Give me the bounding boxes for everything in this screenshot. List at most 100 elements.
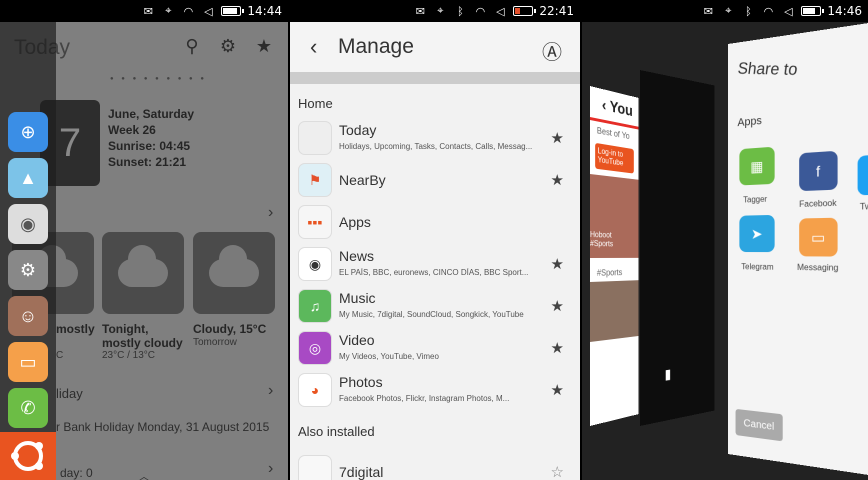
holiday-heading: liday <box>56 386 83 401</box>
photos-icon: ◕ <box>298 373 332 407</box>
telegram-icon[interactable]: ➤ <box>739 215 774 252</box>
phone-icon[interactable]: ✆ <box>8 388 48 428</box>
browser-icon[interactable]: ⊕ <box>8 112 48 152</box>
list-item[interactable]: ◎ Video My Videos, YouTube, Vimeo ★ <box>290 328 580 370</box>
mail-icon: ✉ <box>413 5 427 17</box>
music-icon: ♫ <box>298 289 332 323</box>
video-icon: ◎ <box>298 331 332 365</box>
chevron-right-icon[interactable]: › <box>268 382 273 400</box>
ubuntu-home-button[interactable] <box>0 432 56 480</box>
weather-sub: 23°C / 13°C <box>102 350 155 361</box>
bluetooth-icon: ᛒ <box>453 5 467 17</box>
clock: 22:41 <box>539 4 574 18</box>
settings-icon[interactable]: ⚙ <box>8 250 48 290</box>
contacts-icon[interactable]: ☺ <box>8 296 48 336</box>
star-icon[interactable]: ★ <box>551 255 564 273</box>
list-item[interactable]: 7digital ☆ <box>290 452 580 480</box>
video-thumbnail[interactable]: Hoboot #Sports <box>590 174 638 258</box>
calendar-info: June, Saturday Week 26 Sunrise: 04:45 Su… <box>108 106 194 170</box>
messaging-icon[interactable]: ▭ <box>8 342 48 382</box>
star-icon[interactable]: ★ <box>254 36 274 57</box>
header: ‹ Manage Ⓐ <box>290 22 580 72</box>
row-title: Photos <box>339 374 383 390</box>
list-item[interactable]: Today Holidays, Upcoming, Tasks, Contact… <box>290 118 580 160</box>
share-dialog: Share to Apps ▦ Tagger f Facebook t Twi … <box>728 21 868 478</box>
weather-card[interactable] <box>102 232 184 314</box>
gallery-icon[interactable]: ▲ <box>8 158 48 198</box>
twitter-icon[interactable]: t <box>858 153 868 195</box>
battery-icon <box>801 6 821 16</box>
list-item[interactable]: ◉ News EL PAÍS, BBC, euronews, CINCO DÍA… <box>290 244 580 286</box>
star-icon[interactable]: ★ <box>551 381 564 399</box>
cloud-icon <box>118 259 168 287</box>
status-bar[interactable]: ✉ ⌖ ◠ ◁ 14:44 <box>0 0 288 22</box>
star-icon[interactable]: ★ <box>551 171 564 189</box>
row-sub: EL PAÍS, BBC, euronews, CINCO DÍAS, BBC … <box>339 268 539 277</box>
today-scope-panel: ✉ ⌖ ◠ ◁ 14:44 Today ⚲ ⚙ ★ ● ● ● ● ● ● ● … <box>0 0 288 480</box>
cloud-icon <box>209 259 259 287</box>
row-title: Video <box>339 332 375 348</box>
search-icon[interactable]: ⚲ <box>182 36 202 57</box>
section-header-home: Home <box>298 96 333 111</box>
star-icon[interactable]: ★ <box>551 297 564 315</box>
app-label: Messaging <box>797 263 838 273</box>
row-sub: Facebook Photos, Flickr, Instagram Photo… <box>339 394 539 403</box>
sunrise-line: Sunrise: 04:45 <box>108 138 194 154</box>
camera-icon[interactable]: ◉ <box>8 204 48 244</box>
star-outline-icon[interactable]: ☆ <box>551 463 564 480</box>
date-line: June, Saturday <box>108 106 194 122</box>
tagger-icon[interactable]: ▦ <box>739 147 774 186</box>
list-item[interactable]: ♫ Music My Music, 7digital, SoundCloud, … <box>290 286 580 328</box>
app-label: Twi <box>860 201 868 211</box>
settings-icon[interactable]: ⚙ <box>218 36 238 57</box>
cancel-button[interactable]: Cancel <box>736 409 783 441</box>
bluetooth-icon: ᛒ <box>741 5 755 17</box>
news-icon: ◉ <box>298 247 332 281</box>
mail-icon: ✉ <box>141 5 155 17</box>
holiday-footer: day: 0 <box>60 466 93 480</box>
volume-icon: ◁ <box>781 5 795 17</box>
page-title: Manage <box>338 35 414 59</box>
facebook-icon[interactable]: f <box>799 151 837 191</box>
row-sub: Holidays, Upcoming, Tasks, Contacts, Cal… <box>339 142 539 151</box>
list-item[interactable]: ◕ Photos Facebook Photos, Flickr, Instag… <box>290 370 580 412</box>
bottom-edge-handle[interactable]: ︿ <box>126 468 162 480</box>
page-indicator: ● ● ● ● ● ● ● ● ● <box>110 76 207 82</box>
header-actions: ⚲ ⚙ ★ <box>182 36 274 57</box>
store-icon[interactable]: Ⓐ <box>542 36 562 65</box>
star-icon[interactable]: ★ <box>551 129 564 147</box>
list-item[interactable]: ▪▪▪ Apps <box>290 202 580 244</box>
row-title: Apps <box>339 214 371 230</box>
status-bar[interactable]: ✉ ⌖ ᛒ ◠ ◁ 14:46 <box>582 0 868 22</box>
weather-title: mostly <box>56 322 95 336</box>
chevron-right-icon[interactable]: › <box>268 204 273 222</box>
today-icon <box>298 121 332 155</box>
chevron-right-icon[interactable]: › <box>268 460 273 478</box>
app-label: Telegram <box>741 262 773 272</box>
share-panel: ✉ ⌖ ᛒ ◠ ◁ 14:46 ‹ You Best of Yo Log-in … <box>582 0 868 480</box>
messaging-icon[interactable]: ▭ <box>799 218 837 257</box>
clock: 14:44 <box>247 4 282 18</box>
list-item[interactable]: ⚑ NearBy ★ <box>290 160 580 202</box>
back-icon[interactable]: ‹ <box>310 34 324 60</box>
row-title: News <box>339 248 374 264</box>
video-thumbnail[interactable] <box>590 280 638 342</box>
weather-sub: Tomorrow <box>193 337 237 348</box>
star-icon[interactable]: ★ <box>551 339 564 357</box>
wifi-icon: ◠ <box>473 5 487 17</box>
status-bar[interactable]: ✉ ⌖ ᛒ ◠ ◁ 22:41 <box>290 0 580 22</box>
section-header-also-installed: Also installed <box>298 424 375 439</box>
youtube-app-card[interactable]: ‹ You Best of Yo Log-in to YouTube Hoboo… <box>590 86 638 426</box>
app-label: Tagger <box>743 194 767 204</box>
weather-sub: C <box>56 350 63 361</box>
weather-card[interactable] <box>193 232 275 314</box>
share-title: Share to <box>737 60 799 80</box>
location-icon: ⌖ <box>721 5 735 17</box>
section-label: #Sports <box>590 263 638 282</box>
divider <box>290 72 580 84</box>
login-button[interactable]: Log-in to YouTube <box>595 143 634 174</box>
row-sub: My Videos, YouTube, Vimeo <box>339 352 539 361</box>
app-card[interactable]: ▮ <box>640 70 714 426</box>
location-icon: ⌖ <box>433 5 447 17</box>
row-title: 7digital <box>339 464 383 480</box>
